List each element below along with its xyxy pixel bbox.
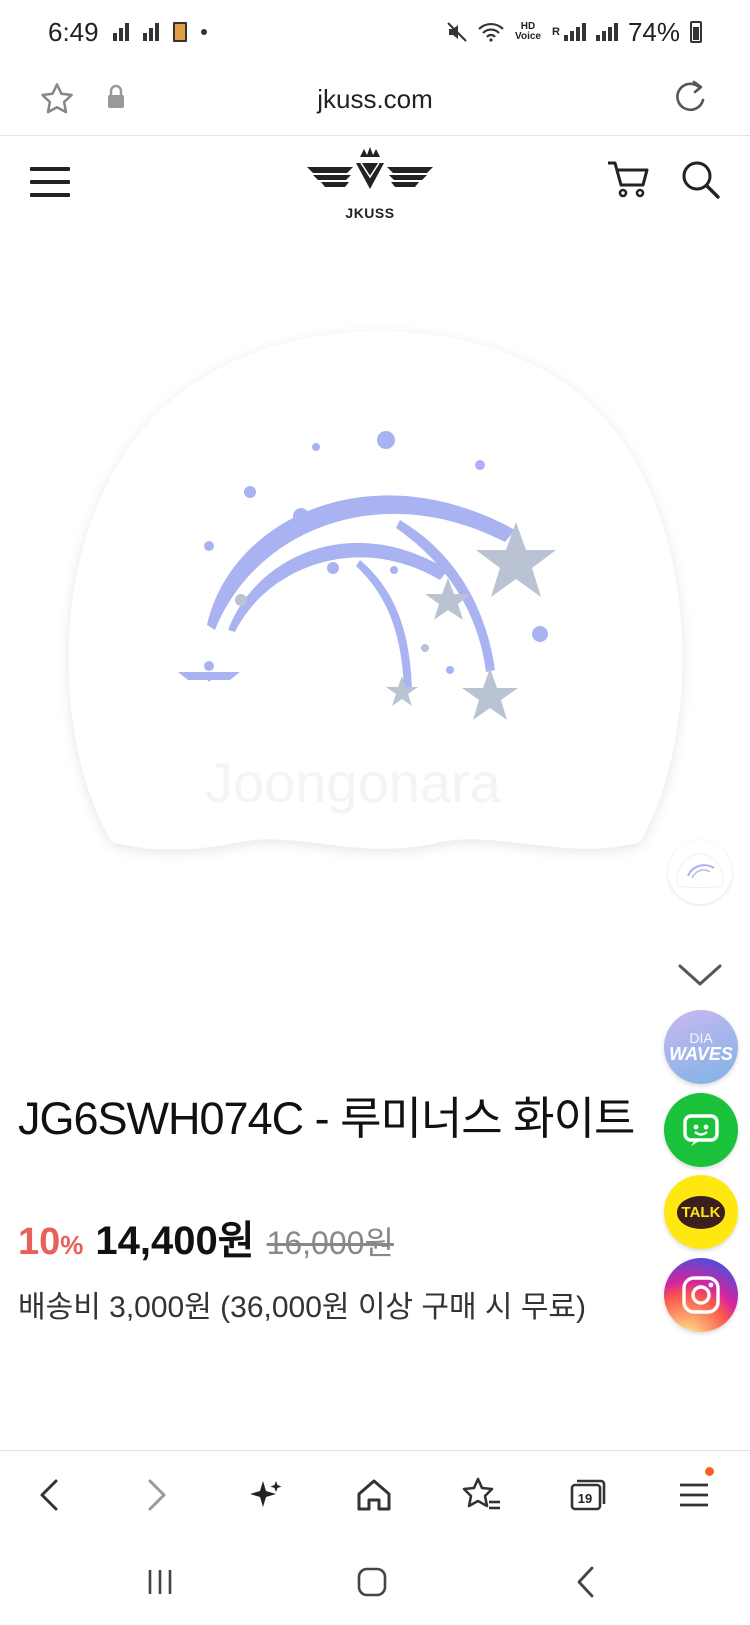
ai-assist-button[interactable] — [244, 1473, 288, 1517]
home-nav-icon — [357, 1567, 387, 1597]
product-thumbnail[interactable] — [668, 840, 732, 904]
battery-icon — [690, 21, 702, 43]
discount-rate: 10% — [18, 1221, 83, 1264]
more-notifications-dot — [200, 29, 207, 35]
home-nav-button[interactable] — [350, 1560, 394, 1604]
status-time: 6:49 — [48, 16, 99, 47]
product-image[interactable]: Joongonara — [0, 270, 750, 910]
tab-count: 19 — [577, 1490, 593, 1506]
battery-percent: 74% — [627, 16, 680, 47]
sale-price: 14,400원 — [95, 1219, 255, 1263]
diamond-wings-logo — [307, 147, 433, 189]
waves-label: WAVES — [669, 1044, 733, 1064]
site-header: JKUSS — [0, 137, 750, 237]
browser-toolbar: 19 — [0, 1450, 750, 1538]
back-nav-icon — [577, 1566, 594, 1598]
url-text[interactable]: jkuss.com — [317, 84, 433, 115]
dia-label: DIA — [689, 1030, 713, 1046]
home-icon — [357, 1479, 391, 1511]
chat-icon — [683, 1114, 719, 1146]
wifi-icon — [478, 22, 504, 42]
menu-icon[interactable] — [30, 167, 70, 197]
kakao-talk-label: TALK — [676, 1195, 726, 1229]
menu-icon — [680, 1483, 708, 1507]
recent-apps-icon — [148, 1570, 172, 1594]
watermark: Joongonara — [205, 751, 501, 814]
sparkle-icon — [250, 1481, 282, 1507]
cart-icon[interactable] — [606, 157, 650, 201]
home-button[interactable] — [352, 1473, 396, 1517]
search-icon[interactable] — [680, 159, 722, 201]
hd-voice-label: HD Voice — [515, 21, 541, 42]
bookmarks-button[interactable] — [460, 1473, 504, 1517]
browser-menu-button[interactable] — [672, 1467, 716, 1517]
android-nav-bar — [0, 1540, 750, 1625]
discount-value: 10 — [18, 1221, 61, 1263]
back-nav-button[interactable] — [564, 1560, 608, 1604]
dia-waves-button[interactable]: DIA WAVES — [664, 1010, 738, 1084]
bookmark-star-icon[interactable] — [38, 80, 76, 118]
shipping-info: 배송비 3,000원 (36,000원 이상 구매 시 무료) — [18, 1291, 587, 1324]
back-button[interactable] — [28, 1473, 72, 1517]
brand-name: JKUSS — [345, 205, 395, 221]
reload-icon[interactable] — [670, 76, 710, 116]
kakao-talk-button[interactable]: TALK — [664, 1175, 738, 1249]
back-icon — [40, 1479, 58, 1511]
cell-signal-icon — [595, 23, 618, 41]
tabs-button[interactable]: 19 — [566, 1473, 610, 1517]
status-notification-icons — [112, 22, 207, 42]
instagram-button[interactable] — [664, 1258, 738, 1332]
discount-unit: % — [60, 1230, 84, 1260]
recent-apps-button[interactable] — [138, 1560, 182, 1604]
forward-button[interactable] — [134, 1473, 178, 1517]
brand-logo[interactable]: JKUSS — [305, 145, 435, 225]
signal-icon — [112, 23, 129, 41]
cell-signal-icon — [563, 23, 586, 41]
status-bar: 6:49 HD Voice R 74% — [0, 0, 750, 64]
status-right: HD Voice R 74% — [446, 17, 702, 48]
roaming-flag: R — [552, 26, 560, 38]
thumbnail-cap-icon — [676, 853, 724, 888]
lock-icon[interactable] — [106, 84, 126, 110]
line-chat-button[interactable] — [664, 1093, 738, 1167]
mute-icon — [447, 22, 467, 42]
original-price: 16,000원 — [266, 1225, 394, 1261]
signal-icon — [142, 23, 159, 41]
notification-dot — [705, 1467, 714, 1476]
chevron-down-icon[interactable] — [676, 960, 724, 990]
bookmarks-icon — [462, 1477, 500, 1510]
url-bar[interactable]: jkuss.com — [0, 64, 750, 136]
product-title: JG6SWH074C - 루미너스 화이트 — [18, 1093, 635, 1144]
forward-icon — [148, 1479, 166, 1511]
door-icon — [172, 22, 187, 42]
price-row: 10% 14,400원 16,000원 — [18, 1208, 394, 1266]
instagram-icon — [682, 1276, 720, 1314]
